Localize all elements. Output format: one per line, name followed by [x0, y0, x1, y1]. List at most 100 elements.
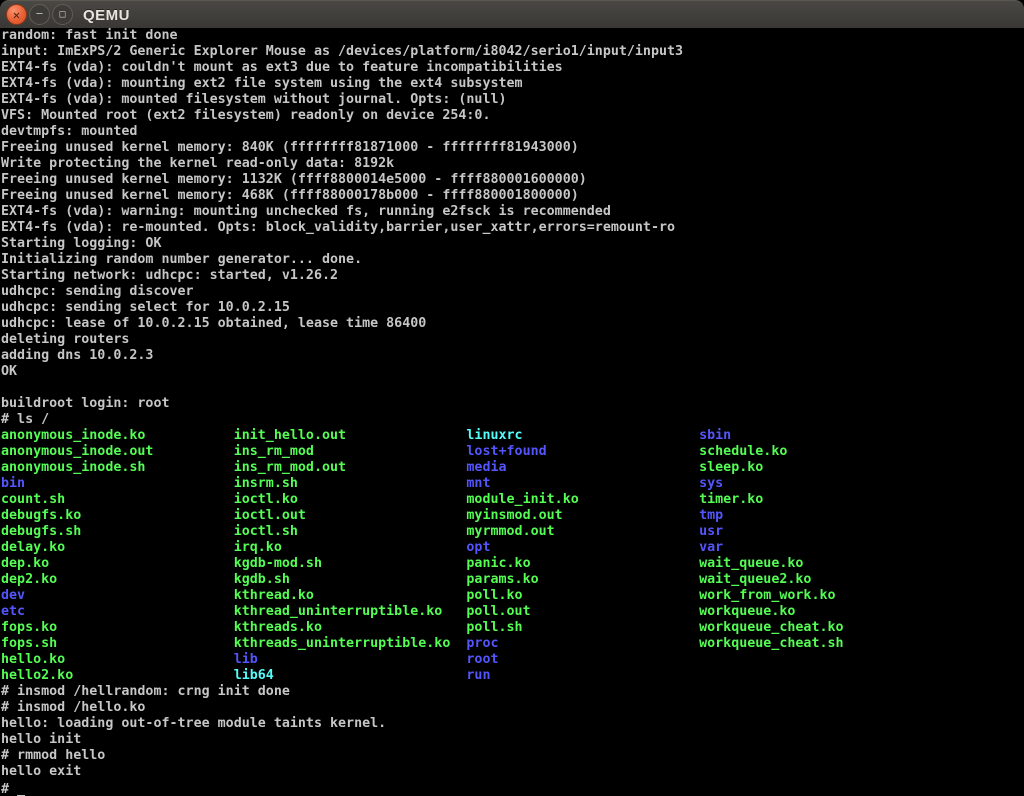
terminal[interactable]: random: fast init doneinput: ImExPS/2 Ge…: [0, 28, 1024, 796]
close-icon: ✕: [13, 9, 20, 21]
terminal-text: EXT4-fs (vda): mounting ext2 file system…: [1, 76, 523, 91]
file-entry: anonymous_inode.out: [1, 444, 234, 459]
file-entry: dep2.ko: [1, 572, 234, 587]
terminal-line: random: fast init done: [1, 28, 1024, 44]
terminal-line: devtmpfs: mounted: [1, 124, 1024, 140]
terminal-text: EXT4-fs (vda): couldn't mount as ext3 du…: [1, 60, 563, 75]
file-entry: wait_queue2.ko: [699, 572, 811, 587]
maximize-button[interactable]: □: [52, 4, 73, 25]
terminal-text: Freeing unused kernel memory: 840K (ffff…: [1, 140, 579, 155]
terminal-text: Freeing unused kernel memory: 1132K (fff…: [1, 172, 587, 187]
file-entry: sys: [699, 476, 723, 491]
terminal-line: debugfs.sh ioctl.sh myrmmod.out usr: [1, 524, 1024, 540]
terminal-line: dep.ko kgdb-mod.sh panic.ko wait_queue.k…: [1, 556, 1024, 572]
terminal-line: deleting routers: [1, 332, 1024, 348]
file-entry: kthreads.ko: [234, 620, 467, 635]
file-entry: dev: [1, 588, 234, 603]
terminal-text: input: ImExPS/2 Generic Explorer Mouse a…: [1, 44, 683, 59]
terminal-text: udhcpc: sending select for 10.0.2.15: [1, 300, 290, 315]
file-entry: count.sh: [1, 492, 234, 507]
minimize-icon: ─: [36, 10, 42, 20]
file-entry: workqueue.ko: [699, 604, 795, 619]
file-entry: delay.ko: [1, 540, 234, 555]
terminal-text: # rmmod hello: [1, 748, 105, 763]
terminal-line: EXT4-fs (vda): re-mounted. Opts: block_v…: [1, 220, 1024, 236]
terminal-text: hello exit: [1, 764, 81, 779]
terminal-text: EXT4-fs (vda): re-mounted. Opts: block_v…: [1, 220, 675, 235]
terminal-line: delay.ko irq.ko opt var: [1, 540, 1024, 556]
file-entry: kgdb-mod.sh: [234, 556, 467, 571]
terminal-line: input: ImExPS/2 Generic Explorer Mouse a…: [1, 44, 1024, 60]
file-entry: opt: [466, 540, 699, 555]
file-entry: wait_queue.ko: [699, 556, 803, 571]
file-entry: work_from_work.ko: [699, 588, 835, 603]
terminal-line: # insmod /hellrandom: crng init done: [1, 684, 1024, 700]
file-entry: lib64: [234, 668, 467, 683]
terminal-text: hello: loading out-of-tree module taints…: [1, 716, 386, 731]
file-entry: sleep.ko: [699, 460, 763, 475]
terminal-line: debugfs.ko ioctl.out myinsmod.out tmp: [1, 508, 1024, 524]
terminal-text: buildroot login: root: [1, 396, 170, 411]
file-entry: lost+found: [466, 444, 699, 459]
file-entry: myrmmod.out: [466, 524, 699, 539]
file-entry: panic.ko: [466, 556, 699, 571]
terminal-line: dev kthread.ko poll.ko work_from_work.ko: [1, 588, 1024, 604]
file-entry: tmp: [699, 508, 723, 523]
terminal-line: udhcpc: sending select for 10.0.2.15: [1, 300, 1024, 316]
file-entry: ioctl.sh: [234, 524, 467, 539]
file-entry: ins_rm_mod.out: [234, 460, 467, 475]
terminal-line: Starting logging: OK: [1, 236, 1024, 252]
terminal-line: hello init: [1, 732, 1024, 748]
file-entry: sbin: [699, 428, 731, 443]
terminal-text: Write protecting the kernel read-only da…: [1, 156, 394, 171]
file-entry: hello2.ko: [1, 668, 234, 683]
file-entry: usr: [699, 524, 723, 539]
close-button[interactable]: ✕: [6, 4, 27, 25]
terminal-line: udhcpc: sending discover: [1, 284, 1024, 300]
terminal-line: hello exit: [1, 764, 1024, 780]
terminal-line: anonymous_inode.sh ins_rm_mod.out media …: [1, 460, 1024, 476]
file-entry: fops.ko: [1, 620, 234, 635]
file-entry: anonymous_inode.sh: [1, 460, 234, 475]
file-entry: dep.ko: [1, 556, 234, 571]
file-entry: debugfs.sh: [1, 524, 234, 539]
terminal-line: Freeing unused kernel memory: 1132K (fff…: [1, 172, 1024, 188]
window-title: QEMU: [83, 1, 130, 29]
file-entry: proc: [466, 636, 699, 651]
minimize-button[interactable]: ─: [29, 4, 50, 25]
terminal-line: hello.ko lib root: [1, 652, 1024, 668]
titlebar[interactable]: ✕ ─ □ QEMU: [0, 0, 1024, 28]
terminal-text: random: fast init done: [1, 28, 178, 43]
file-entry: mnt: [466, 476, 699, 491]
file-entry: irq.ko: [234, 540, 467, 555]
terminal-line: fops.ko kthreads.ko poll.sh workqueue_ch…: [1, 620, 1024, 636]
terminal-line: Initializing random number generator... …: [1, 252, 1024, 268]
file-entry: timer.ko: [699, 492, 763, 507]
file-entry: init_hello.out: [234, 428, 467, 443]
terminal-line: OK: [1, 364, 1024, 380]
terminal-line: EXT4-fs (vda): mounting ext2 file system…: [1, 76, 1024, 92]
terminal-text: OK: [1, 364, 17, 379]
file-entry: kthreads_uninterruptible.ko: [234, 636, 467, 651]
terminal-line: anonymous_inode.out ins_rm_mod lost+foun…: [1, 444, 1024, 460]
file-entry: poll.out: [466, 604, 699, 619]
file-entry: kthread_uninterruptible.ko: [234, 604, 467, 619]
terminal-line: #: [1, 780, 1024, 796]
file-entry: schedule.ko: [699, 444, 787, 459]
file-entry: ioctl.out: [234, 508, 467, 523]
terminal-text: #: [1, 782, 17, 796]
terminal-line: # rmmod hello: [1, 748, 1024, 764]
terminal-line: Freeing unused kernel memory: 468K (ffff…: [1, 188, 1024, 204]
file-entry: etc: [1, 604, 234, 619]
file-entry: linuxrc: [466, 428, 699, 443]
terminal-text: devtmpfs: mounted: [1, 124, 137, 139]
terminal-line: adding dns 10.0.2.3: [1, 348, 1024, 364]
file-entry: myinsmod.out: [466, 508, 699, 523]
terminal-text: Initializing random number generator... …: [1, 252, 362, 267]
terminal-line: Starting network: udhcpc: started, v1.26…: [1, 268, 1024, 284]
file-entry: debugfs.ko: [1, 508, 234, 523]
terminal-line: fops.sh kthreads_uninterruptible.ko proc…: [1, 636, 1024, 652]
terminal-text: EXT4-fs (vda): mounted filesystem withou…: [1, 92, 507, 107]
file-entry: root: [466, 652, 498, 667]
terminal-line: anonymous_inode.ko init_hello.out linuxr…: [1, 428, 1024, 444]
